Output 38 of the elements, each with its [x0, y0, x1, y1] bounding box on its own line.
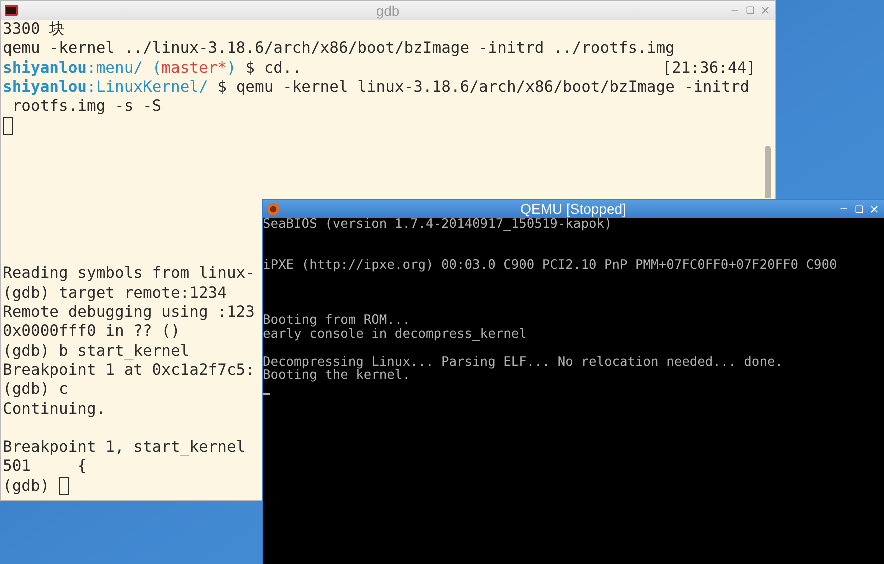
close-icon: [760, 5, 770, 16]
logo-icon: [267, 202, 280, 216]
console-line: early console in decompress_kernel: [263, 327, 527, 342]
console-line: SeaBIOS (version 1.7.4-20140917_150519-kapok): [263, 217, 612, 232]
terminal-line: 3300 块: [3, 20, 66, 40]
maximize-icon: [854, 204, 864, 214]
terminal-line: 501 {: [3, 457, 87, 476]
close-button[interactable]: [868, 203, 880, 215]
console-line: Booting from ROM...: [263, 313, 410, 328]
terminal-line: (gdb) c: [3, 380, 68, 398]
text-cursor: [263, 392, 270, 395]
console-line: Booting the kernel.: [263, 368, 410, 384]
terminal-line: Remote debugging using :123: [3, 303, 255, 322]
terminal-line: (gdb) target remote:1234: [3, 284, 227, 302]
terminal-line: rootfs.img -s -S: [11, 97, 162, 116]
close-button[interactable]: [759, 4, 771, 16]
terminal-line: shiyanlou:menu/ (master*) $ cd..: [3, 58, 302, 78]
terminal-line: Breakpoint 1, start_kernel: [3, 438, 246, 456]
maximize-icon: [746, 6, 754, 15]
console-line: iPXE (http://ipxe.org) 00:03.0 C900 PCI2.10 PnP PMM+07FC0FF0+07F20FF0 C900: [263, 258, 838, 274]
text-cursor: [3, 117, 13, 136]
console-line: Decompressing Linux... Parsing ELF... No relocation needed... done.: [263, 354, 783, 370]
terminal-line: 0x0000fff0 in ?? (): [3, 322, 180, 340]
terminal-line: shiyanlou:LinuxKernel/ $ qemu -kernel linux-3.18.6/arch/x86/boot/bzImage -initrd: [3, 78, 750, 98]
window-title: gdb: [376, 4, 400, 18]
terminal-line: Reading symbols from linux-: [3, 264, 255, 282]
terminal-line: qemu -kernel ../linux-3.18.6/arch/x86/boot/bzImage -initrd ../rootfs.img: [3, 39, 675, 59]
terminal-line: Breakpoint 1 at 0xc1a2f7c5:: [3, 360, 255, 379]
gdb-prompt: (gdb): [3, 476, 51, 496]
terminal-icon: [5, 5, 18, 16]
timestamp: [21:36:44]: [662, 58, 756, 78]
window-title: QEMU [Stopped]: [520, 202, 626, 216]
text-cursor: [59, 477, 69, 496]
maximize-button[interactable]: [853, 203, 865, 215]
close-icon: [868, 204, 880, 214]
terminal-line: Continuing.: [3, 400, 106, 418]
maximize-button[interactable]: [744, 4, 756, 16]
terminal-line: (gdb) b start_kernel: [3, 342, 190, 360]
